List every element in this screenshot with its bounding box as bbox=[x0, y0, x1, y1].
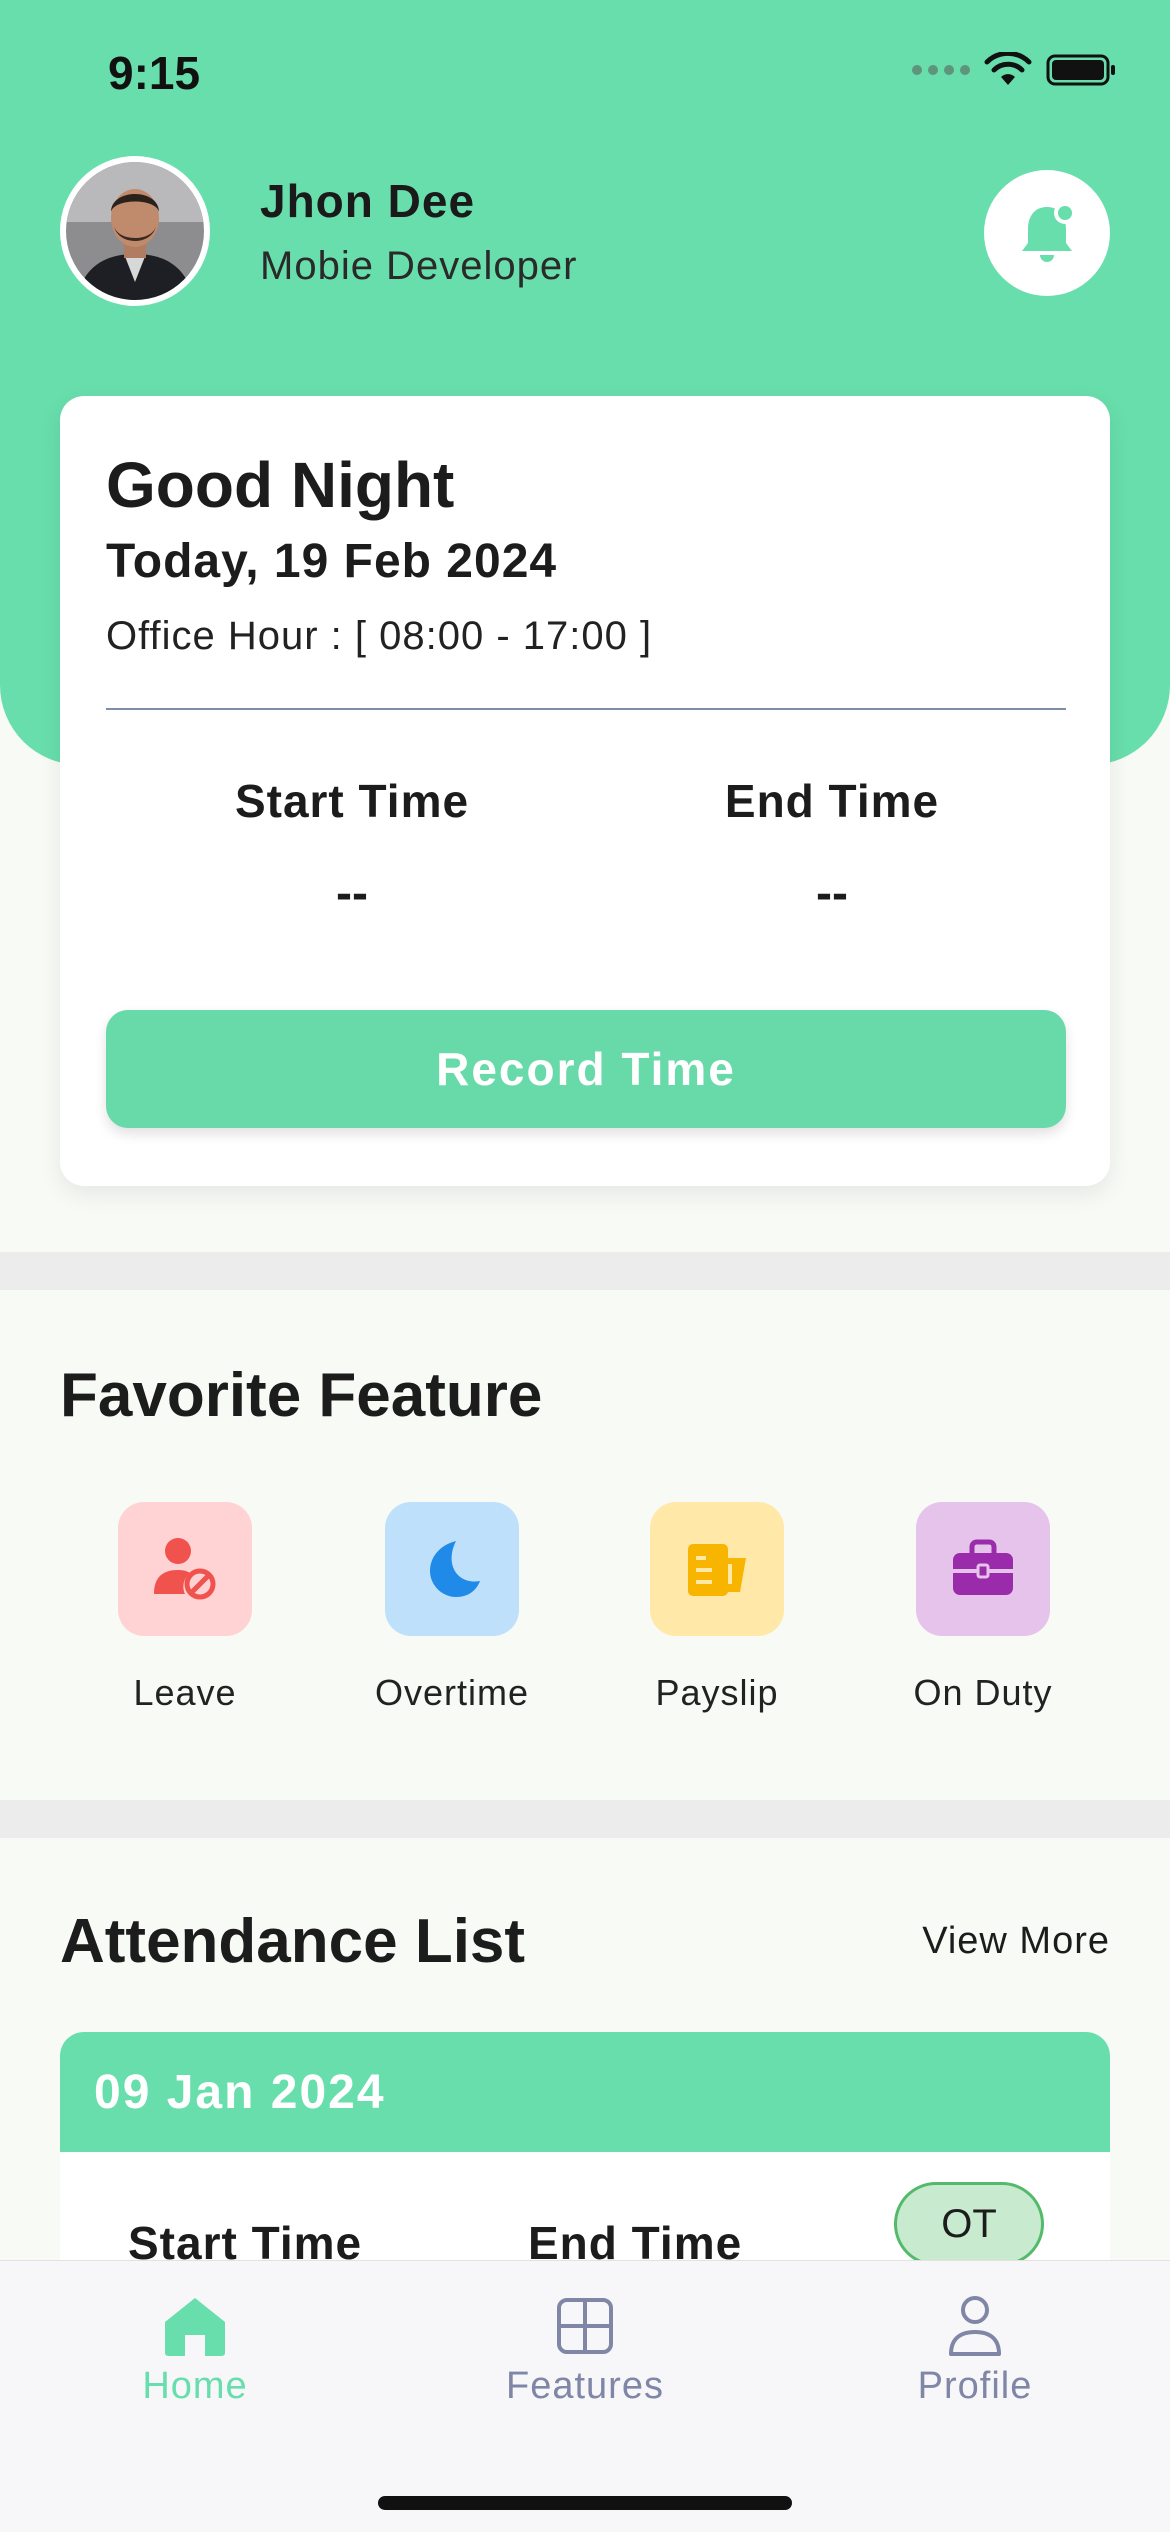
tab-profile-label: Profile bbox=[917, 2365, 1033, 2407]
feature-payslip[interactable]: Payslip bbox=[617, 1502, 817, 1714]
end-time-label: End Time bbox=[724, 775, 940, 827]
feature-leave-tile bbox=[118, 1502, 252, 1636]
tab-home[interactable]: Home bbox=[65, 2291, 325, 2408]
tab-home-label: Home bbox=[142, 2365, 248, 2407]
user-name: Jhon Dee bbox=[260, 175, 476, 227]
feature-payslip-tile bbox=[650, 1502, 784, 1636]
feature-leave-label: Leave bbox=[133, 1672, 237, 1713]
status-icons bbox=[912, 52, 1118, 88]
user-icon bbox=[949, 2296, 1001, 2356]
avatar-photo bbox=[66, 162, 204, 300]
section-separator bbox=[0, 1252, 1170, 1290]
office-hour: Office Hour : [ 08:00 - 17:00 ] bbox=[106, 614, 653, 658]
avatar[interactable] bbox=[60, 156, 210, 306]
record-time-button[interactable]: Record Time bbox=[106, 1010, 1066, 1128]
home-indicator bbox=[378, 2496, 792, 2510]
tab-profile[interactable]: Profile bbox=[845, 2291, 1105, 2408]
feature-leave[interactable]: Leave bbox=[85, 1502, 285, 1714]
greeting: Good Night bbox=[106, 449, 455, 521]
user-role: Mobie Developer bbox=[260, 244, 578, 288]
feature-overtime-tile bbox=[385, 1502, 519, 1636]
start-time-value: -- bbox=[336, 867, 368, 920]
layout-icon bbox=[557, 2298, 613, 2354]
view-more-link[interactable]: View More bbox=[922, 1920, 1110, 1963]
battery-icon bbox=[1046, 54, 1115, 86]
attendance-list-title: Attendance List bbox=[60, 1907, 526, 1976]
tab-bar: Home Features Profile bbox=[0, 2260, 1170, 2532]
feature-on-duty-tile bbox=[916, 1502, 1050, 1636]
briefcase-icon bbox=[953, 1539, 1013, 1595]
tab-features-label: Features bbox=[506, 2365, 664, 2407]
status-bar: 9:15 bbox=[0, 0, 1170, 150]
status-time: 9:15 bbox=[108, 47, 201, 99]
section-separator bbox=[0, 1800, 1170, 1838]
tab-features[interactable]: Features bbox=[455, 2291, 715, 2408]
feature-on-duty[interactable]: On Duty bbox=[883, 1502, 1083, 1714]
attendance-card-header: 09 Jan 2024 bbox=[60, 2032, 1110, 2152]
feature-on-duty-label: On Duty bbox=[913, 1672, 1053, 1713]
profile-header: Jhon Dee Mobie Developer bbox=[60, 156, 1110, 306]
today-date: Today, 19 Feb 2024 bbox=[106, 535, 558, 588]
moon-icon bbox=[430, 1541, 480, 1597]
wifi-icon bbox=[984, 52, 1032, 85]
feature-overtime[interactable]: Overtime bbox=[352, 1502, 552, 1714]
cellular-signal-icon bbox=[912, 65, 970, 75]
divider bbox=[106, 708, 1066, 710]
home-icon bbox=[165, 2298, 225, 2356]
ot-badge: OT bbox=[894, 2182, 1044, 2266]
feature-overtime-label: Overtime bbox=[374, 1672, 530, 1713]
favorite-feature-title: Favorite Feature bbox=[60, 1361, 543, 1430]
start-time-label: Start Time bbox=[234, 775, 470, 827]
feature-payslip-label: Payslip bbox=[655, 1672, 779, 1713]
bell-icon bbox=[1022, 202, 1076, 262]
notification-button[interactable] bbox=[984, 170, 1110, 296]
payslip-icon bbox=[688, 1544, 746, 1596]
time-card: Good Night Today, 19 Feb 2024 Office Hou… bbox=[60, 396, 1110, 1186]
attendance-date: 09 Jan 2024 bbox=[94, 2065, 386, 2119]
user-blocked-icon bbox=[154, 1538, 216, 1600]
end-time-value: -- bbox=[816, 867, 848, 920]
